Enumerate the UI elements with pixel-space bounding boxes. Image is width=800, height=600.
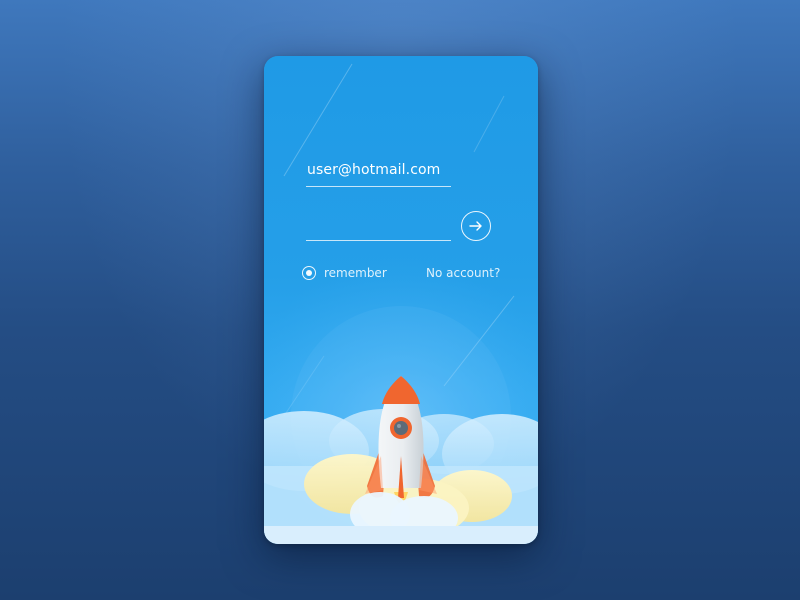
- rocket-illustration: [264, 236, 538, 544]
- email-value: user@hotmail.com: [307, 162, 441, 178]
- radio-selected-dot: [306, 270, 312, 276]
- email-field[interactable]: user@hotmail.com: [306, 160, 451, 187]
- light-streaks: [283, 63, 515, 417]
- cloud-layer-back: [264, 409, 538, 544]
- no-account-link[interactable]: No account?: [426, 266, 500, 280]
- arrow-right-icon: [469, 221, 482, 231]
- remember-label: remember: [324, 266, 387, 280]
- remember-toggle[interactable]: remember: [302, 265, 387, 281]
- cloud-layer-front: [264, 492, 538, 544]
- radio-icon[interactable]: [302, 266, 316, 280]
- login-card: user@hotmail.com remember No account?: [264, 56, 538, 544]
- rocket-icon: [365, 376, 437, 504]
- submit-button[interactable]: [461, 211, 491, 241]
- password-field[interactable]: [306, 216, 451, 241]
- cloud-layer-yellow: [304, 454, 512, 538]
